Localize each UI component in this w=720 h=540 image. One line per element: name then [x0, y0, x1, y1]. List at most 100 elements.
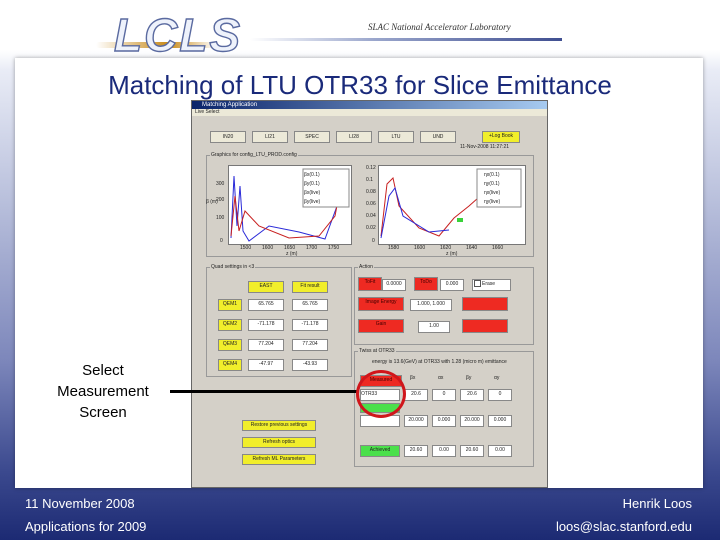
tofit-button[interactable]: ToFit	[358, 277, 382, 291]
eta-xtick-5: 1660	[492, 245, 504, 251]
eta-legend-3: ηx(live)	[484, 190, 501, 196]
restore-previous-settings-button[interactable]: Restore previous settings	[242, 420, 316, 431]
section-button-und[interactable]: UND	[420, 131, 456, 143]
quad-name-4[interactable]: QEM4	[218, 359, 242, 371]
quad-east-3[interactable]: 77.204	[248, 339, 284, 351]
twiss-panel-title: Twiss at OTR33	[358, 348, 396, 354]
section-button-in20[interactable]: IN20	[210, 131, 246, 143]
eta-ytick-3: 0.08	[366, 189, 376, 195]
beta-xlabel: z (m)	[286, 251, 298, 257]
eta-ytick-1: 0.12	[366, 165, 376, 171]
quad-settings-title: Quad settings in <3	[210, 264, 256, 270]
quad-name-2[interactable]: QEM2	[218, 319, 242, 331]
section-button-ltu[interactable]: LTU	[378, 131, 414, 143]
slide: LCLS SLAC National Accelerator Laborator…	[0, 0, 720, 540]
refresh-ml-parameters-button[interactable]: Refresh ML Parameters	[242, 454, 316, 465]
twiss-achieved-alphay[interactable]: 0.00	[488, 445, 512, 457]
eta-ytick-4: 0.06	[366, 201, 376, 207]
beta-xtick-5: 1750	[328, 245, 340, 251]
erase-checkbox[interactable]: Erase	[472, 279, 511, 291]
refresh-optics-button[interactable]: Refresh optics	[242, 437, 316, 448]
twiss-header-betax: βx	[410, 375, 416, 381]
callout-pointer-line	[170, 390, 358, 393]
action-panel-title: Action	[358, 264, 374, 270]
matching-application-window: Matching Application Live Select IN20 LI…	[191, 100, 548, 488]
eta-xtick-4: 1640	[466, 245, 478, 251]
quad-name-1[interactable]: QEM1	[218, 299, 242, 311]
highlight-circle	[356, 370, 406, 418]
callout-line-2: Measurement	[57, 383, 149, 400]
beta-legend-1: βx(0.1)	[304, 172, 320, 178]
quad-fit-3[interactable]: 77.204	[292, 339, 328, 351]
eta-xtick-2: 1600	[414, 245, 426, 251]
beta-function-plot	[228, 165, 352, 245]
twiss-achieved-betay[interactable]: 20.60	[460, 445, 484, 457]
quad-name-3[interactable]: QEM3	[218, 339, 242, 351]
dispersion-plot	[378, 165, 526, 245]
graphics-panel-title: Graphics for config_LTU_PROD.config	[210, 152, 298, 158]
eta-xlabel: z (m)	[446, 251, 458, 257]
eta-legend-4: ηy(live)	[484, 199, 501, 205]
twiss-header-alphax: αx	[438, 375, 444, 381]
footer-subtitle: Applications for 2009	[25, 519, 147, 534]
todo-value[interactable]: 0.000	[440, 279, 464, 291]
beta-legend-4: βy(live)	[304, 199, 321, 205]
east-column-button[interactable]: EAST	[248, 281, 284, 293]
gain-red-indicator[interactable]	[462, 319, 508, 333]
quad-east-2[interactable]: -71.178	[248, 319, 284, 331]
quad-east-4[interactable]: -47.97	[248, 359, 284, 371]
twiss-measured-alphay[interactable]: 0	[488, 389, 512, 401]
fit-result-column-button[interactable]: Fit result	[292, 281, 328, 293]
twiss-header-alphay: αy	[494, 375, 500, 381]
section-button-li21[interactable]: LI21	[252, 131, 288, 143]
logo-text: LCLS	[113, 9, 243, 61]
footer-date: 11 November 2008	[25, 496, 135, 511]
lcls-logo: LCLS	[96, 11, 241, 59]
beta-ytick-0: 0	[220, 238, 223, 244]
eta-legend-2: ηy(0.1)	[484, 181, 500, 187]
section-button-spec[interactable]: SPEC	[294, 131, 330, 143]
todo-button[interactable]: ToDo	[414, 277, 438, 291]
quad-fit-4[interactable]: -43.93	[292, 359, 328, 371]
checkbox-box	[474, 280, 481, 288]
image-energy-value[interactable]: 1.000, 1.000	[410, 299, 452, 311]
twiss-design-betax[interactable]: 20.000	[404, 415, 428, 427]
image-energy-button[interactable]: Image Energy	[358, 297, 404, 311]
section-button-li28[interactable]: LI28	[336, 131, 372, 143]
quad-east-1[interactable]: 65.765	[248, 299, 284, 311]
twiss-achieved-alphax[interactable]: 0.00	[432, 445, 456, 457]
twiss-measured-betay[interactable]: 20.6	[460, 389, 484, 401]
eta-xtick-1: 1580	[388, 245, 400, 251]
footer-author: Henrik Loos	[622, 496, 692, 511]
beta-ytick-300: 300	[216, 181, 225, 187]
menu-bar[interactable]: Live Select	[192, 109, 547, 116]
beta-xtick-4: 1700	[306, 245, 318, 251]
footer-email: loos@slac.stanford.edu	[555, 519, 692, 534]
achieved-button[interactable]: Achieved	[360, 445, 400, 457]
dispersion-plot-svg	[380, 168, 522, 239]
twiss-measured-betax[interactable]: 20.6	[404, 389, 428, 401]
twiss-energy-info: energy is 13.6(GeV) at OTR33 with 1.28 (…	[372, 359, 507, 365]
quad-fit-2[interactable]: -71.178	[292, 319, 328, 331]
gain-value[interactable]: 1.00	[418, 321, 450, 333]
quad-fit-1[interactable]: 65.765	[292, 299, 328, 311]
beta-legend-2: βy(0.1)	[304, 181, 320, 187]
twiss-header-betay: βy	[466, 375, 472, 381]
energy-red-indicator[interactable]	[462, 297, 508, 311]
twiss-design-betay[interactable]: 20.000	[460, 415, 484, 427]
erase-label: Erase	[482, 281, 496, 287]
lab-name: SLAC National Accelerator Laboratory	[368, 22, 511, 32]
beta-plot-svg	[230, 168, 350, 242]
select-screen-callout: Select Measurement Screen	[40, 360, 166, 423]
log-book-button[interactable]: +Log Book	[482, 131, 520, 143]
twiss-measured-alphax[interactable]: 0	[432, 389, 456, 401]
eta-ytick-5: 0.04	[366, 213, 376, 219]
tofit-value[interactable]: 0.0000	[382, 279, 406, 291]
twiss-design-alphay[interactable]: 0.000	[488, 415, 512, 427]
twiss-achieved-betax[interactable]: 20.60	[404, 445, 428, 457]
header-divider	[250, 38, 562, 41]
callout-line-1: Select	[82, 362, 124, 379]
beta-ytick-100: 100	[216, 215, 225, 221]
twiss-design-alphax[interactable]: 0.000	[432, 415, 456, 427]
gain-button[interactable]: Gain	[358, 319, 404, 333]
